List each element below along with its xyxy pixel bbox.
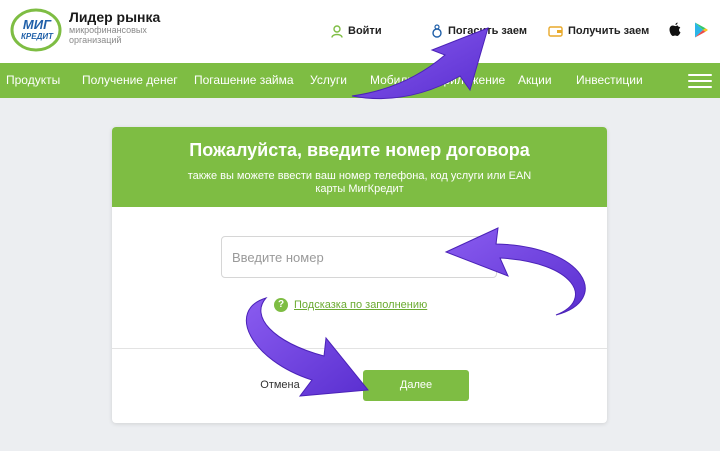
migkredit-logo-icon[interactable]: МИГ КРЕДИТ	[10, 8, 62, 52]
login-link[interactable]: Войти	[331, 23, 382, 39]
google-play-icon[interactable]	[693, 21, 709, 39]
get-loan-link[interactable]: Получить заем	[548, 23, 649, 39]
fill-hint-label: Подсказка по заполнению	[294, 299, 428, 311]
coin-stack-icon	[432, 24, 442, 38]
fill-hint-link[interactable]: ? Подсказка по заполнению	[274, 297, 427, 313]
nav-item-loan-repayment[interactable]: Погашение займа	[194, 63, 294, 98]
logo-text-kredit: КРЕДИТ	[21, 32, 54, 41]
wallet-icon	[548, 26, 563, 37]
brand-subtitle: микрофинансовых организаций	[69, 25, 147, 45]
nav-item-products[interactable]: Продукты	[6, 63, 60, 98]
nav-item-mobile-app[interactable]: Мобильное приложение	[370, 63, 505, 98]
card-header: Пожалуйста, введите номер договора также…	[112, 127, 607, 207]
logo-text-mig: МИГ	[23, 17, 52, 32]
nav-item-investments[interactable]: Инвестиции	[576, 63, 643, 98]
nav-item-promotions[interactable]: Акции	[518, 63, 552, 98]
hamburger-menu-icon[interactable]	[688, 74, 712, 88]
question-icon: ?	[274, 298, 288, 312]
nav-item-services[interactable]: Услуги	[310, 63, 347, 98]
login-label: Войти	[348, 25, 382, 37]
cancel-button[interactable]: Отмена	[252, 371, 308, 399]
main-nav: Продукты Получение денег Погашение займа…	[0, 63, 720, 98]
apple-icon[interactable]	[667, 21, 683, 39]
nav-item-getting-money[interactable]: Получение денег	[82, 63, 178, 98]
card-subtitle: также вы можете ввести ваш номер телефон…	[187, 170, 532, 195]
card-divider	[112, 348, 607, 349]
site-header: МИГ КРЕДИТ Лидер рынка микрофинансовых о…	[0, 0, 720, 63]
brand-title: Лидер рынка	[69, 9, 161, 25]
next-button[interactable]: Далее	[363, 370, 469, 401]
user-icon	[331, 24, 343, 38]
contract-number-input[interactable]	[221, 236, 497, 278]
repay-loan-link[interactable]: Погасить заем	[431, 23, 527, 39]
get-loan-label: Получить заем	[568, 25, 650, 37]
repay-loan-label: Погасить заем	[448, 25, 527, 37]
card-title: Пожалуйста, введите номер договора	[189, 140, 530, 160]
contract-number-card: Пожалуйста, введите номер договора также…	[112, 127, 607, 423]
